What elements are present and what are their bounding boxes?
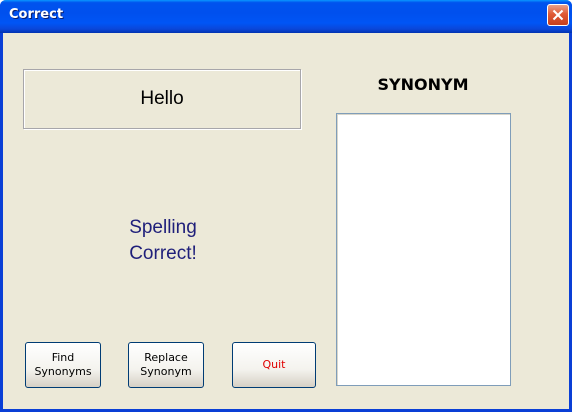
spelling-status: Spelling Correct! [63, 215, 263, 267]
app-window: Correct Hello Spelling Correct! SYNONYM … [0, 0, 572, 412]
find-synonyms-label-1: Find [51, 351, 75, 364]
title-bar[interactable]: Correct [0, 0, 572, 33]
status-line-1: Spelling [129, 217, 197, 238]
find-synonyms-button[interactable]: Find Synonyms [25, 342, 101, 388]
replace-synonym-label-1: Replace [144, 351, 188, 364]
word-display: Hello [140, 88, 184, 109]
close-icon [552, 9, 564, 21]
window-title: Correct [9, 7, 64, 22]
word-display-box: Hello [23, 69, 301, 129]
synonym-listbox[interactable] [336, 113, 511, 386]
synonym-heading: SYNONYM [377, 75, 469, 94]
replace-synonym-label-2: Synonym [140, 365, 192, 378]
close-button[interactable] [547, 4, 569, 26]
quit-label: Quit [262, 358, 286, 371]
client-area: Hello Spelling Correct! SYNONYM Find Syn… [3, 33, 569, 409]
status-line-2: Correct! [129, 243, 197, 264]
find-synonyms-label-2: Synonyms [34, 365, 92, 378]
replace-synonym-button[interactable]: Replace Synonym [128, 342, 204, 388]
quit-button[interactable]: Quit [232, 342, 316, 388]
